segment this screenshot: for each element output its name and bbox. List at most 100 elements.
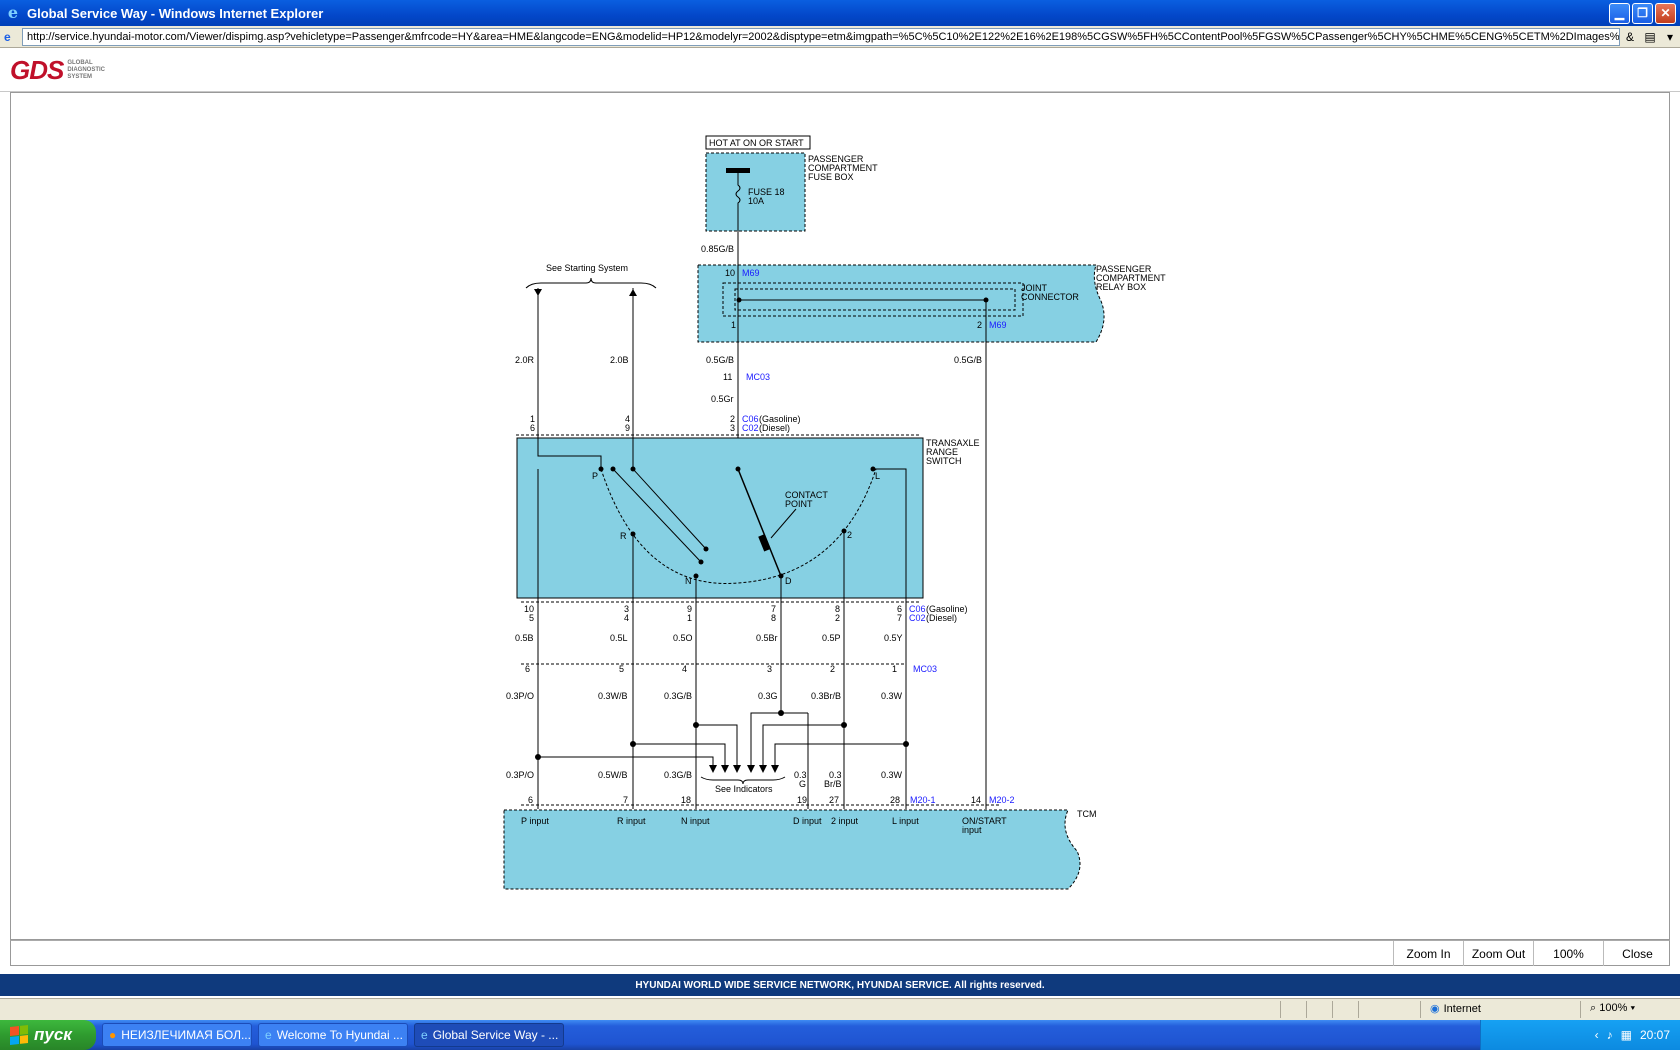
bpin-2: 2 xyxy=(835,613,840,623)
taskbar-item-hyundai[interactable]: e Welcome To Hyundai ... xyxy=(258,1023,408,1047)
wire-03-g-2: G xyxy=(799,779,806,789)
cpin-14: 14 xyxy=(971,795,981,805)
tcm-2-input: 2 input xyxy=(831,816,859,826)
node-p2 xyxy=(610,466,616,472)
wire-03w: 0.3W xyxy=(881,691,903,701)
ie-icon: e xyxy=(421,1028,428,1042)
joint-connector-label-2: CONNECTOR xyxy=(1021,292,1079,302)
wire-03brb: 0.3Br/B xyxy=(811,691,841,701)
logo-sub-1: GLOBAL xyxy=(67,60,93,66)
tpin-3: 3 xyxy=(730,423,735,433)
status-zoom[interactable]: ⌕ 100% ▾ xyxy=(1590,1002,1635,1015)
zoom-in-button[interactable]: Zoom In xyxy=(1393,941,1463,966)
node-b xyxy=(630,466,636,472)
wire-03wb: 0.3W/B xyxy=(598,691,628,701)
node-p xyxy=(598,466,604,472)
page-icon: e xyxy=(4,29,11,44)
see-starting: See Starting System xyxy=(546,263,628,273)
wire-05l: 0.5L xyxy=(610,633,628,643)
relay-box-label-3: RELAY BOX xyxy=(1096,282,1146,292)
bpin-8: 8 xyxy=(771,613,776,623)
system-tray: ‹ ♪ ▦ 20:07 xyxy=(1480,1020,1680,1050)
globe-icon: ◉ xyxy=(1430,1003,1440,1015)
logo-sub-2: DIAGNOSTIC xyxy=(67,67,106,73)
restore-button[interactable]: ❐ xyxy=(1632,2,1653,24)
conn-c02-b: C02 xyxy=(909,613,926,623)
joint-node-1 xyxy=(736,297,742,303)
ie-icon: e xyxy=(7,3,19,22)
arrow-down-icon xyxy=(534,289,542,296)
diesel-label-b: (Diesel) xyxy=(926,613,957,623)
diagram-viewer: HOT AT ON OR START FUSE 18 10A PASSENGER… xyxy=(10,92,1670,940)
wire-03gb-b: 0.3G/B xyxy=(664,770,692,780)
wire-03g: 0.3G xyxy=(758,691,778,701)
start-label: пуск xyxy=(34,1025,72,1044)
wire-05o: 0.5O xyxy=(673,633,693,643)
wire-20b-label: 2.0B xyxy=(610,355,629,365)
mpin-5: 5 xyxy=(619,664,624,674)
bpin-5: 5 xyxy=(529,613,534,623)
tcm-r-input: R input xyxy=(617,816,646,826)
tcm-label: TCM xyxy=(1077,809,1097,819)
wire-05wb: 0.5W/B xyxy=(598,770,628,780)
status-zoom-value: 100% xyxy=(1599,1002,1628,1014)
start-button[interactable]: пуск xyxy=(0,1020,96,1050)
pin-10: 10 xyxy=(725,268,735,278)
wire-05br: 0.5Br xyxy=(756,633,778,643)
tools-icon[interactable]: & xyxy=(1620,30,1640,44)
minimize-button[interactable]: ▁ xyxy=(1609,2,1630,24)
address-bar: e http://service.hyundai-motor.com/Viewe… xyxy=(0,26,1680,48)
tcm-d-input: D input xyxy=(793,816,822,826)
cpin-7: 7 xyxy=(623,795,628,805)
tpin-6: 6 xyxy=(530,423,535,433)
cpin-19: 19 xyxy=(797,795,807,805)
node-n1 xyxy=(698,559,704,565)
contact-label-2: POINT xyxy=(785,499,813,509)
task-label-2: Welcome To Hyundai ... xyxy=(276,1028,403,1042)
tpin-9: 9 xyxy=(625,423,630,433)
address-input[interactable]: http://service.hyundai-motor.com/Viewer/… xyxy=(22,27,1620,46)
pos-p: P xyxy=(592,471,598,481)
network-icon[interactable]: ▦ xyxy=(1621,1028,1632,1042)
logo-sub-3: SYSTEM xyxy=(67,74,93,80)
taskbar: пуск ● НЕИЗЛЕЧИМАЯ БОЛ... e Welcome To H… xyxy=(0,1020,1680,1050)
arrow-ind-2 xyxy=(721,765,729,773)
branch-d xyxy=(750,712,781,769)
splice-l xyxy=(903,741,909,747)
footer-copyright: HYUNDAI WORLD WIDE SERVICE NETWORK, HYUN… xyxy=(0,974,1680,996)
windows-flag-icon xyxy=(10,1025,28,1045)
mpin-1: 1 xyxy=(892,664,897,674)
clock[interactable]: 20:07 xyxy=(1640,1028,1670,1042)
tray-arrow-icon[interactable]: ‹ xyxy=(1595,1028,1599,1042)
wire-03gb: 0.3G/B xyxy=(664,691,692,701)
scroll-down-icon[interactable]: ▾ xyxy=(1660,30,1680,44)
conn-mc03-b: MC03 xyxy=(913,664,937,674)
wiring-diagram: HOT AT ON OR START FUSE 18 10A PASSENGER… xyxy=(503,135,1166,890)
volume-icon[interactable]: ♪ xyxy=(1607,1028,1613,1042)
zoom-out-button[interactable]: Zoom Out xyxy=(1463,941,1533,966)
arrow-ind-3 xyxy=(733,765,741,773)
page-menu-icon[interactable]: ▤ xyxy=(1640,30,1660,44)
wire-20r-label: 2.0R xyxy=(515,355,535,365)
taskbar-item-firefox[interactable]: ● НЕИЗЛЕЧИМАЯ БОЛ... xyxy=(102,1023,252,1047)
close-window-button[interactable]: ✕ xyxy=(1655,2,1676,24)
magnifier-icon: ⌕ xyxy=(1590,1002,1597,1014)
bpin-7b: 7 xyxy=(897,613,902,623)
arrow-ind-4 xyxy=(747,765,755,773)
taskbar-item-gsw[interactable]: e Global Service Way - ... xyxy=(414,1023,564,1047)
gds-header: GDS GLOBAL DIAGNOSTIC SYSTEM xyxy=(0,49,1680,92)
splice-2 xyxy=(841,722,847,728)
pos-l: L xyxy=(875,471,880,481)
mpin-6: 6 xyxy=(525,664,530,674)
wire-05b: 0.5B xyxy=(515,633,534,643)
conn-c02: C02 xyxy=(742,423,759,433)
wire-03-br-2: Br/B xyxy=(824,779,842,789)
chevron-down-icon: ▾ xyxy=(1630,1002,1636,1014)
pin-1: 1 xyxy=(731,320,736,330)
mpin-4: 4 xyxy=(682,664,687,674)
close-viewer-button[interactable]: Close xyxy=(1603,941,1671,966)
arrow-ind-5 xyxy=(759,765,767,773)
bpin-1: 1 xyxy=(687,613,692,623)
cpin-6: 6 xyxy=(528,795,533,805)
gds-logo: GDS GLOBAL DIAGNOSTIC SYSTEM xyxy=(10,55,105,86)
